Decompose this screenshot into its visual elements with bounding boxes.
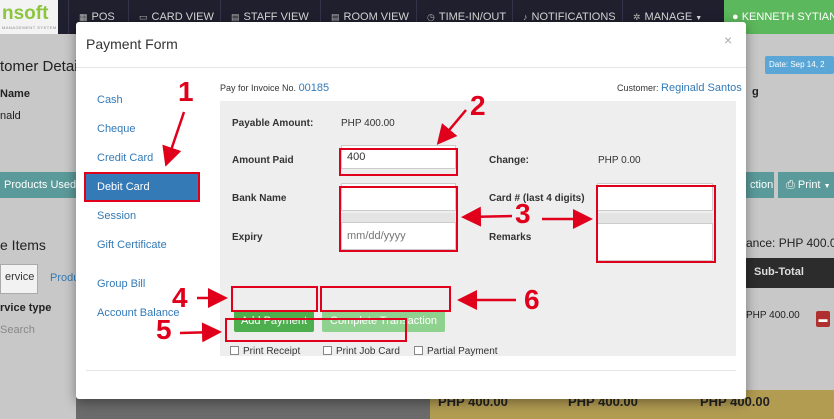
- arrow-3-left: [461, 206, 513, 227]
- arrow-5: [179, 322, 222, 343]
- arrow-2: [436, 109, 467, 145]
- arrow-1: [162, 111, 186, 167]
- annotation-arrows: [162, 109, 593, 343]
